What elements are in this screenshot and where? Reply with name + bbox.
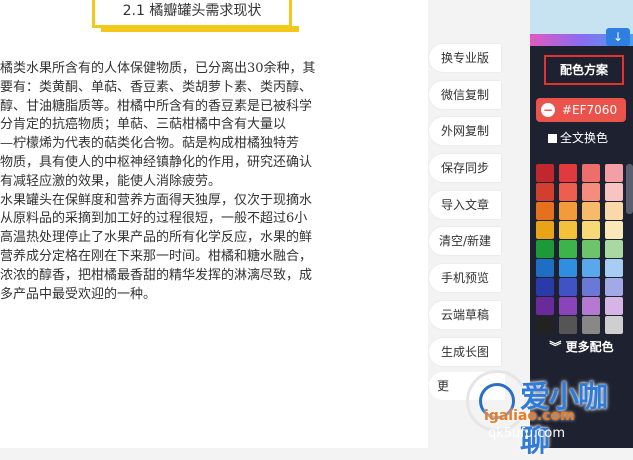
article-line: 橘类水果所含有的人体保健物质，已分离出30余种，其 bbox=[0, 61, 316, 76]
watermark-url: igaliao.com bbox=[484, 408, 575, 424]
article-body[interactable]: 橘类水果所含有的人体保健物质，已分离出30余种，其 要有：类黄酮、单萜、香豆素、… bbox=[0, 60, 428, 304]
external-copy-button[interactable]: 外网复制 bbox=[429, 117, 501, 146]
promo-banner[interactable]: ↓ bbox=[530, 0, 633, 46]
section-heading-box: 2.1 橘瓣罐头需求现状 bbox=[92, 0, 299, 32]
article-line: 醇、甘油糖脂质等。柑橘中所含有的香豆素是已被科学 bbox=[0, 98, 313, 114]
color-value: #EF7060 bbox=[562, 103, 618, 117]
color-swatch[interactable] bbox=[582, 240, 600, 258]
article-line: 物质，具有使人的中枢神经镇静化的作用，研究还确认 bbox=[0, 154, 313, 170]
color-swatch[interactable] bbox=[559, 164, 577, 182]
color-swatch[interactable] bbox=[582, 316, 600, 334]
color-scheme-title: 配色方案 bbox=[544, 55, 624, 85]
color-swatch[interactable] bbox=[536, 316, 554, 334]
article-line: 高温热处理停止了水果产品的所有化学反应，水果的鲜 bbox=[0, 230, 313, 246]
color-swatch[interactable] bbox=[536, 221, 554, 239]
color-swatch[interactable] bbox=[582, 221, 600, 239]
clear-new-button[interactable]: 清空/新建 bbox=[429, 227, 501, 256]
color-swatch[interactable] bbox=[536, 240, 554, 258]
article-line: 营养成分定格在刚在下来那一时间。柑橘和糖水融合， bbox=[0, 248, 313, 264]
side-toolbar: 换专业版 微信复制 外网复制 保存同步 导入文章 清空/新建 手机预览 云端草稿… bbox=[429, 44, 505, 374]
double-chevron-down-icon: ︾ bbox=[549, 340, 562, 354]
heading-underline bbox=[101, 26, 299, 32]
minus-icon[interactable]: − bbox=[541, 103, 555, 117]
color-swatch[interactable] bbox=[605, 183, 623, 201]
color-swatch[interactable] bbox=[559, 202, 577, 220]
color-swatch[interactable] bbox=[559, 278, 577, 296]
color-swatch[interactable] bbox=[582, 278, 600, 296]
color-swatch[interactable] bbox=[559, 316, 577, 334]
more-colors-button[interactable]: ︾ 更多配色 bbox=[530, 338, 633, 355]
color-swatch[interactable] bbox=[605, 297, 623, 315]
article-editor[interactable]: 2.1 橘瓣罐头需求现状 橘类水果所含有的人体保健物质，已分离出30余种，其 要… bbox=[0, 0, 428, 448]
color-swatch[interactable] bbox=[559, 259, 577, 277]
color-swatch[interactable] bbox=[605, 278, 623, 296]
color-swatch[interactable] bbox=[536, 278, 554, 296]
color-swatch[interactable] bbox=[605, 164, 623, 182]
color-value-field[interactable]: − #EF7060 bbox=[536, 98, 626, 122]
article-line: 水果罐头在保鲜度和营养方面得天独厚，仅次于现摘水 bbox=[0, 192, 313, 208]
checkbox-icon[interactable] bbox=[548, 134, 557, 143]
article-line: 从原料品的采摘到加工好的过程很短，一般不超过6小 bbox=[0, 211, 308, 227]
article-line: —柠檬烯为代表的萜类化合物。萜是构成柑橘独特芳 bbox=[0, 136, 300, 152]
color-swatch[interactable] bbox=[582, 164, 600, 182]
color-swatch[interactable] bbox=[559, 221, 577, 239]
wechat-copy-button[interactable]: 微信复制 bbox=[429, 80, 501, 109]
color-swatch[interactable] bbox=[536, 202, 554, 220]
color-swatch[interactable] bbox=[582, 183, 600, 201]
cloud-draft-button[interactable]: 云端草稿 bbox=[429, 300, 501, 329]
long-image-button[interactable]: 生成长图 bbox=[429, 337, 501, 366]
article-line: 浓浓的醇香，把柑橘最香甜的精华发挥的淋漓尽致，成 bbox=[0, 267, 313, 283]
mobile-preview-button[interactable]: 手机预览 bbox=[429, 264, 501, 293]
color-swatch[interactable] bbox=[605, 259, 623, 277]
color-swatch[interactable] bbox=[536, 183, 554, 201]
more-colors-label: 更多配色 bbox=[565, 340, 614, 354]
panel-scrollbar[interactable] bbox=[626, 164, 633, 214]
color-swatch[interactable] bbox=[559, 183, 577, 201]
upgrade-pro-button[interactable]: 换专业版 bbox=[429, 44, 501, 72]
color-swatch[interactable] bbox=[582, 297, 600, 315]
color-swatch[interactable] bbox=[536, 259, 554, 277]
color-swatch[interactable] bbox=[536, 297, 554, 315]
article-line: 要有：类黄酮、单萜、香豆素、类胡萝卜素、类丙醇、 bbox=[0, 79, 313, 95]
full-text-recolor-label: 全文换色 bbox=[560, 131, 609, 145]
color-swatch[interactable] bbox=[582, 259, 600, 277]
full-text-recolor-checkbox[interactable]: 全文换色 bbox=[548, 130, 608, 146]
watermark-logo: 爱小咖聊 igaliao.com qk5ufu.com bbox=[462, 370, 633, 459]
color-swatch[interactable] bbox=[536, 164, 554, 182]
save-sync-button[interactable]: 保存同步 bbox=[429, 154, 501, 183]
color-swatch[interactable] bbox=[605, 240, 623, 258]
color-swatch[interactable] bbox=[605, 202, 623, 220]
watermark-url-secondary: qk5ufu.com bbox=[488, 426, 566, 441]
color-swatch[interactable] bbox=[582, 202, 600, 220]
article-line: 多产品中最受欢迎的一种。 bbox=[0, 286, 157, 302]
color-swatch[interactable] bbox=[559, 240, 577, 258]
article-line: 有减轻应激的效果，能使人消除疲劳。 bbox=[0, 173, 222, 189]
import-article-button[interactable]: 导入文章 bbox=[429, 190, 501, 219]
color-swatch[interactable] bbox=[605, 316, 623, 334]
color-swatch[interactable] bbox=[605, 221, 623, 239]
article-line: 分肯定的抗癌物质；单萜、三萜柑橘中含有大量以 bbox=[0, 117, 287, 133]
color-swatch[interactable] bbox=[559, 297, 577, 315]
section-heading: 2.1 橘瓣罐头需求现状 bbox=[122, 3, 262, 19]
arrow-down-icon[interactable]: ↓ bbox=[606, 28, 630, 46]
